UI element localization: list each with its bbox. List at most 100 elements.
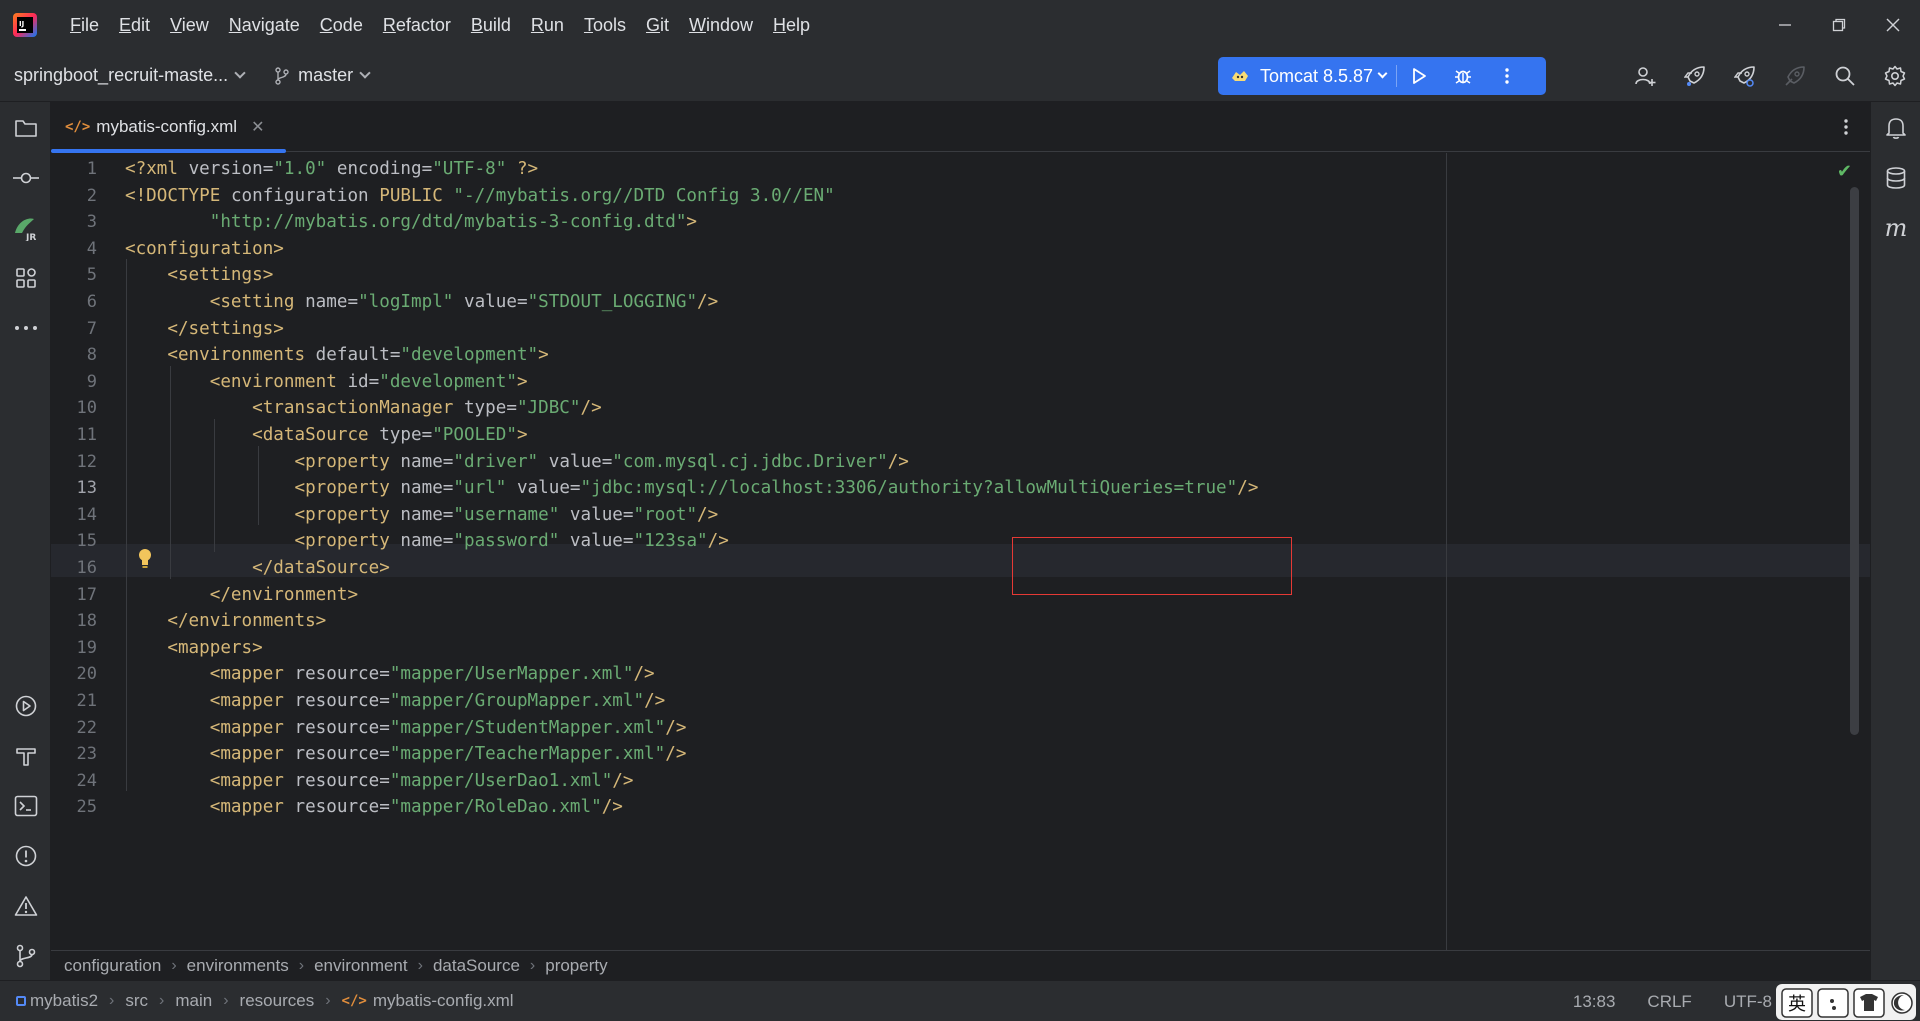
maven-icon[interactable]: m [1871, 208, 1920, 248]
line-separator[interactable]: CRLF [1647, 992, 1691, 1012]
tab-more-icon[interactable] [1834, 114, 1858, 140]
code-token: configuration [230, 185, 380, 206]
code-token: <setting [209, 292, 306, 312]
add-user-icon[interactable] [1620, 50, 1670, 102]
code-token: type [379, 425, 422, 445]
menu-item-run[interactable]: Run [521, 0, 574, 50]
chevron-right-icon: › [109, 992, 115, 1009]
menu-label-rest: avigate [241, 15, 300, 35]
menu-item-build[interactable]: Build [461, 0, 521, 50]
menu-item-refactor[interactable]: Refactor [373, 0, 461, 50]
code-token: </settings> [167, 318, 284, 339]
caret-position[interactable]: 13:83 [1573, 992, 1616, 1012]
code-token: "com.mysql.cj.jdbc.Driver" [612, 451, 888, 472]
tab-mybatis-config[interactable]: </> mybatis-config.xml ✕ [51, 102, 286, 153]
title-bar: IJ File Edit View Navigate Code Refactor Build… [0, 0, 1920, 50]
menu-item-navigate[interactable]: Navigate [219, 0, 310, 50]
intellij-logo-icon[interactable]: IJ [12, 12, 38, 38]
deploy-settings-icon[interactable] [1720, 50, 1770, 102]
ime-language-label: 英 [1788, 994, 1806, 1015]
code-token: /> [601, 797, 623, 818]
code-token: = [622, 531, 634, 552]
close-window-button[interactable] [1866, 0, 1920, 50]
path-item[interactable]: src [125, 991, 148, 1011]
code-token: <mapper [209, 744, 295, 765]
breadcrumb-item[interactable]: environments [187, 956, 289, 976]
menu-item-view[interactable]: View [160, 0, 219, 50]
deploy-icon[interactable] [1670, 50, 1720, 102]
menu-item-edit[interactable]: Edit [109, 0, 160, 50]
line-number[interactable]: 25 [51, 791, 97, 823]
menu-item-file[interactable]: File [60, 0, 109, 50]
code-token: name [400, 478, 443, 499]
run-button[interactable] [1397, 57, 1441, 95]
code-token: "root" [633, 504, 698, 525]
search-icon[interactable] [1820, 50, 1870, 102]
services-icon[interactable] [0, 686, 51, 726]
menu-item-git[interactable]: Git [636, 0, 679, 50]
ime-toolbar[interactable]: 英 [1772, 981, 1920, 1021]
problems-icon[interactable] [0, 836, 51, 876]
build-icon[interactable] [0, 736, 51, 776]
code-area[interactable]: <?xml version="1.0" encoding="UTF-8" ?> <… [125, 153, 1825, 950]
menu-item-tools[interactable]: Tools [574, 0, 636, 50]
breadcrumb-item[interactable]: property [545, 956, 607, 976]
line-number-gutter[interactable]: 1 2 3 4 5 6 7 8 9 10 11 12 13 14 15 16 17 18 19 20 21 22 23 24 2… [51, 153, 121, 950]
code-token: resource [294, 717, 380, 738]
project-selector[interactable]: springboot_recruit-maste... [6, 58, 252, 94]
git-icon[interactable] [0, 936, 51, 976]
code-token: <settings> [167, 265, 274, 286]
restore-button[interactable] [1812, 0, 1866, 50]
play-icon [1413, 68, 1426, 84]
more-actions-button[interactable] [1485, 57, 1529, 95]
chevron-right-icon: › [159, 992, 165, 1009]
database-icon[interactable] [1871, 158, 1920, 198]
breadcrumb-item[interactable]: dataSource [433, 956, 520, 976]
run-configuration-selector[interactable]: Tomcat 8.5.87 [1218, 57, 1396, 95]
menu-label-rest: elp [786, 15, 811, 35]
more-icon[interactable] [0, 308, 51, 348]
jrebel-icon[interactable]: JR [0, 208, 51, 248]
debug-button[interactable] [1441, 57, 1485, 95]
no-problems-check-icon[interactable]: ✔ [1837, 161, 1852, 182]
menu-item-help[interactable]: Help [763, 0, 820, 50]
commit-icon[interactable] [0, 158, 51, 198]
path-item[interactable]: resources [240, 991, 315, 1011]
main-toolbar: springboot_recruit-maste... master Tomca… [0, 50, 1920, 102]
code-editor[interactable]: 1 2 3 4 5 6 7 8 9 10 11 12 13 14 15 16 17 18 19 20 21 22 23 24 2… [51, 153, 1870, 950]
notifications-icon[interactable] [1871, 108, 1920, 148]
window-controls [1758, 0, 1920, 50]
code-line[interactable]: <mapper resource="mapper/RoleDao.xml"/> [125, 791, 623, 823]
code-token: resource [294, 691, 380, 711]
code-token: <!DOCTYPE [125, 185, 231, 206]
menu-item-window[interactable]: Window [679, 0, 763, 50]
branch-name: master [298, 65, 354, 85]
path-item[interactable]: mybatis-config.xml [373, 991, 514, 1011]
path-item[interactable]: main [175, 991, 212, 1011]
terminal-icon[interactable] [0, 786, 51, 826]
path-item[interactable]: mybatis2 [30, 991, 98, 1011]
breadcrumb-item[interactable]: environment [314, 956, 408, 976]
structure-icon[interactable] [0, 258, 51, 298]
code-token: resource [294, 797, 380, 818]
deploy-disabled-icon[interactable] [1770, 50, 1820, 102]
code-token: "development" [379, 371, 517, 392]
minimize-button[interactable] [1758, 0, 1812, 50]
vertical-scrollbar[interactable] [1850, 187, 1859, 735]
file-encoding[interactable]: UTF-8 [1724, 992, 1772, 1012]
warning-icon[interactable] [0, 886, 51, 926]
close-icon[interactable]: ✕ [251, 117, 264, 137]
settings-icon[interactable] [1870, 50, 1920, 102]
folder-icon[interactable] [0, 108, 51, 148]
vcs-branch-selector[interactable]: master [266, 58, 377, 94]
code-token: <property [294, 478, 401, 499]
breadcrumb-item[interactable]: configuration [64, 956, 161, 976]
chevron-right-icon: › [529, 956, 536, 974]
menu-item-code[interactable]: Code [310, 0, 373, 50]
